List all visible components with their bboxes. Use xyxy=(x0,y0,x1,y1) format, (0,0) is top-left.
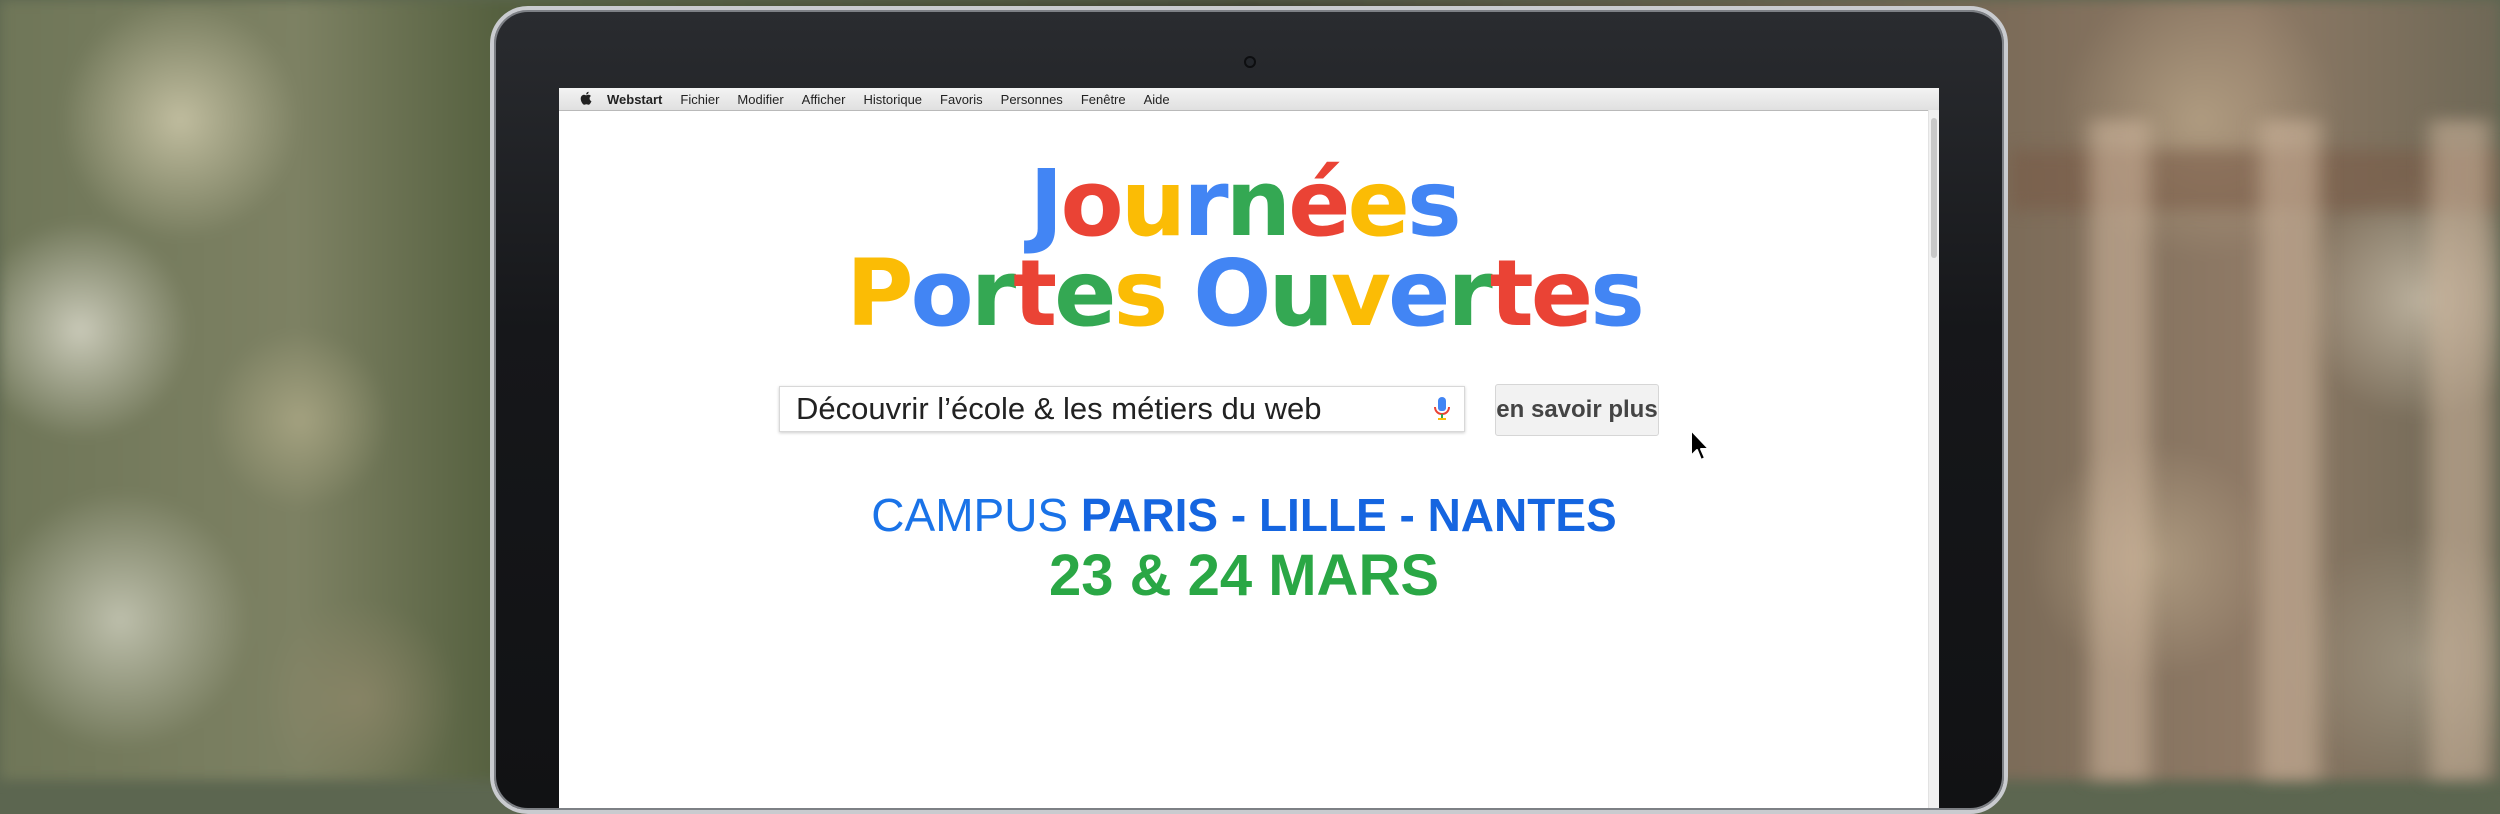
menu-item-historique[interactable]: Historique xyxy=(864,92,923,107)
search-input[interactable]: Découvrir l’école & les métiers du web xyxy=(779,386,1465,432)
background-pillars xyxy=(2030,120,2500,780)
apple-logo-icon[interactable] xyxy=(579,91,593,108)
line2-letter: s xyxy=(1590,240,1645,347)
line2-letter: O xyxy=(1193,240,1271,347)
menu-item-aide[interactable]: Aide xyxy=(1144,92,1170,107)
menu-item-personnes[interactable]: Personnes xyxy=(1001,92,1063,107)
line2-letter: P xyxy=(846,240,913,347)
line2-letter: t xyxy=(1013,240,1057,347)
menu-bar: Webstart Fichier Modifier Afficher Histo… xyxy=(559,88,1939,111)
microphone-icon[interactable] xyxy=(1432,396,1452,422)
laptop-frame: Webstart Fichier Modifier Afficher Histo… xyxy=(490,6,2008,814)
line2-letter: o xyxy=(910,240,974,347)
line2-letter: u xyxy=(1268,240,1333,347)
campus-prefix: CAMPUS xyxy=(871,489,1081,541)
menu-item-fenetre[interactable]: Fenêtre xyxy=(1081,92,1126,107)
menu-item-modifier[interactable]: Modifier xyxy=(737,92,783,107)
search-input-value: Découvrir l’école & les métiers du web xyxy=(796,391,1322,426)
vertical-scrollbar[interactable] xyxy=(1928,110,1939,808)
menu-item-fichier[interactable]: Fichier xyxy=(680,92,719,107)
line2-letter: s xyxy=(1113,240,1169,347)
line2-letter: t xyxy=(1489,240,1534,347)
line2-letter: e xyxy=(1054,240,1116,347)
headline-line-1: Journées xyxy=(559,158,1929,250)
campus-line: CAMPUS PARIS - LILLE - NANTES xyxy=(559,488,1929,542)
line2-letter: e xyxy=(1530,240,1593,347)
line2-letter: r xyxy=(1447,240,1492,347)
line2-letter: r xyxy=(970,240,1016,347)
menu-item-afficher[interactable]: Afficher xyxy=(802,92,846,107)
webcam-icon xyxy=(1244,56,1256,68)
menu-app-name[interactable]: Webstart xyxy=(607,92,662,107)
scrollbar-thumb[interactable] xyxy=(1931,118,1937,258)
menu-item-favoris[interactable]: Favoris xyxy=(940,92,983,107)
line2-letter: v xyxy=(1330,240,1391,347)
learn-more-button[interactable]: en savoir plus xyxy=(1495,384,1659,436)
headline-line-2: Portes Ouvertes xyxy=(559,248,1929,340)
event-dates: 23 & 24 MARS xyxy=(1048,543,1440,608)
mouse-cursor-icon xyxy=(1690,429,1710,461)
campus-cities: PARIS - LILLE - NANTES xyxy=(1080,489,1617,541)
line2-letter: e xyxy=(1387,240,1450,347)
laptop-screen: Webstart Fichier Modifier Afficher Histo… xyxy=(559,88,1939,808)
